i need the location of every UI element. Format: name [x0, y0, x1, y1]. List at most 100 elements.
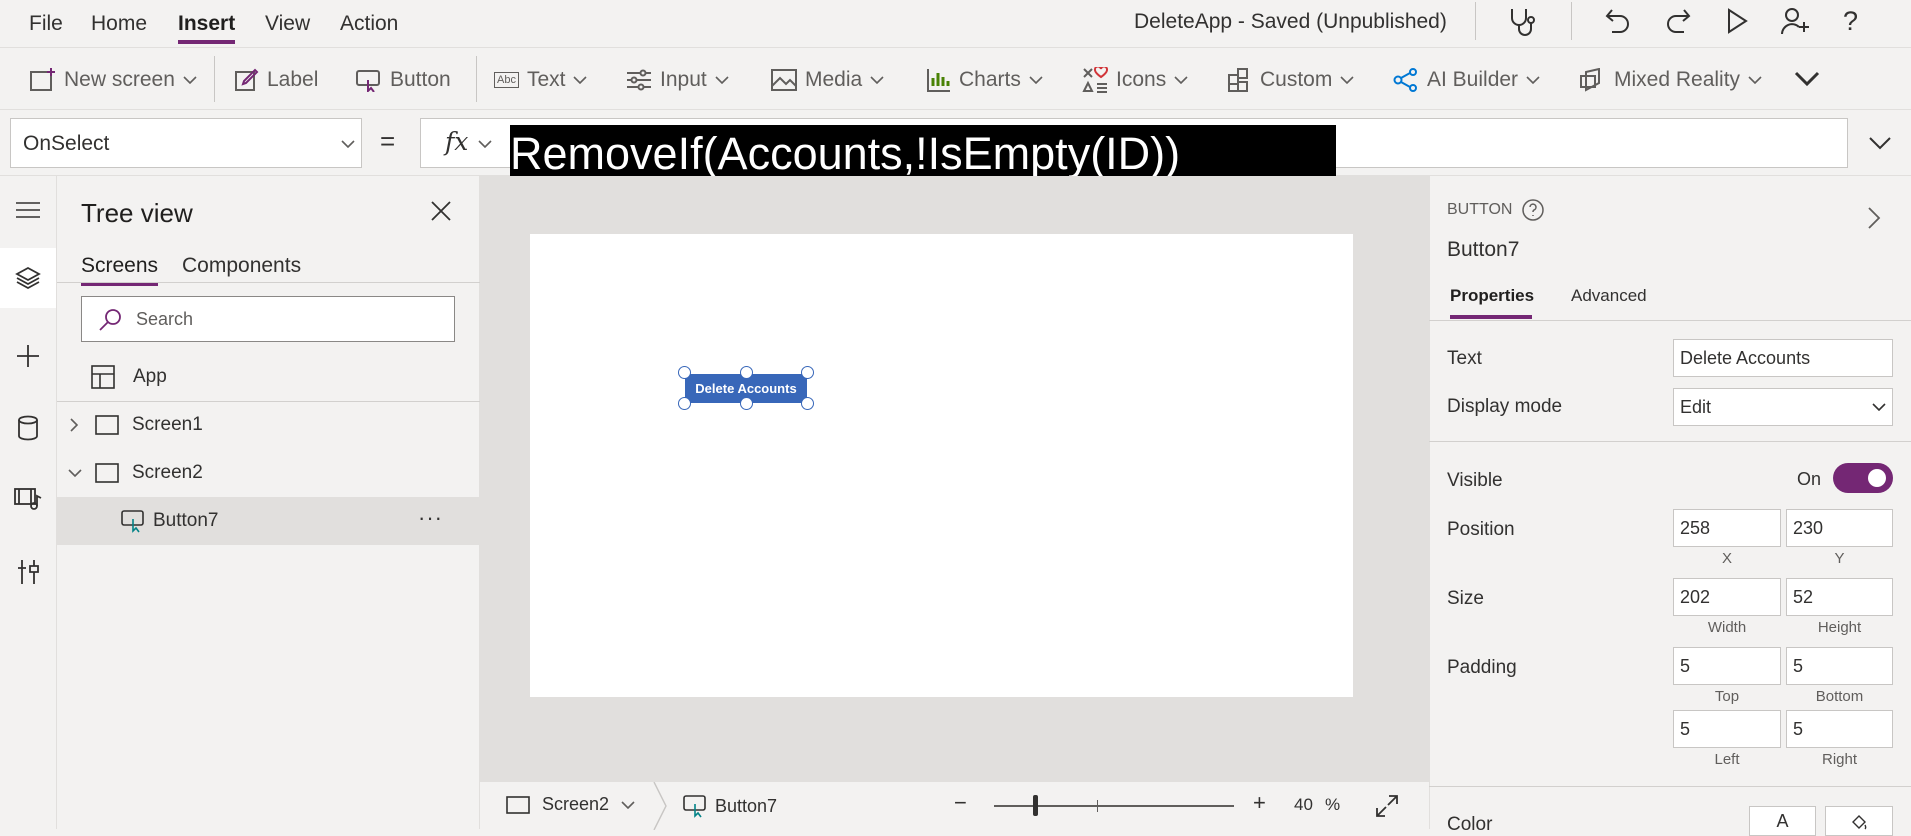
- menu-view[interactable]: View: [265, 12, 310, 38]
- font-color-picker[interactable]: A: [1749, 806, 1816, 836]
- text-button[interactable]: Abc Text: [494, 66, 588, 94]
- ai-builder-button[interactable]: AI Builder: [1393, 66, 1540, 94]
- height-caption: Height: [1817, 619, 1862, 636]
- custom-button[interactable]: Custom: [1228, 66, 1354, 94]
- display-mode-dropdown[interactable]: Edit: [1673, 388, 1893, 426]
- label-button[interactable]: Label: [235, 66, 318, 94]
- padding-label: Padding: [1447, 657, 1517, 678]
- tree-item-app[interactable]: App: [57, 353, 480, 401]
- media-icon: [771, 69, 797, 91]
- media-icon[interactable]: [0, 470, 56, 530]
- tab-screens[interactable]: Screens: [81, 254, 159, 286]
- play-icon[interactable]: [1725, 8, 1749, 34]
- padding-bottom-input[interactable]: 5: [1786, 647, 1893, 685]
- formula-expression[interactable]: RemoveIf(Accounts,!IsEmpty(ID)): [510, 125, 1336, 183]
- input-button[interactable]: Input: [626, 66, 729, 94]
- collapse-pane-chevron-icon[interactable]: [1867, 206, 1881, 230]
- visible-toggle[interactable]: [1833, 463, 1893, 493]
- tree-item-screen1[interactable]: Screen1: [57, 401, 480, 449]
- zoom-slider[interactable]: [994, 805, 1234, 807]
- button-button[interactable]: Button: [356, 66, 451, 94]
- expand-formula-chevron-icon[interactable]: [1848, 118, 1911, 168]
- hamburger-menu-icon[interactable]: [0, 180, 56, 240]
- status-bar: Screen2 Button7 − + 40 %: [480, 781, 1429, 830]
- chevron-down-icon[interactable]: [67, 467, 83, 479]
- menu-file[interactable]: File: [29, 12, 63, 38]
- share-user-icon[interactable]: [1780, 6, 1810, 36]
- charts-button[interactable]: Charts: [927, 66, 1043, 94]
- zoom-slider-tick: [1097, 800, 1098, 812]
- width-input[interactable]: 202: [1673, 578, 1781, 616]
- button-label: Button: [390, 68, 451, 91]
- chevron-down-icon: [478, 140, 492, 148]
- tree-view-layers-icon[interactable]: [0, 248, 56, 308]
- tree-view-title: Tree view: [81, 198, 193, 228]
- divider: [57, 282, 480, 283]
- app-icon: [91, 365, 115, 389]
- new-screen-button[interactable]: New screen: [30, 66, 197, 94]
- resize-handle[interactable]: [678, 397, 691, 410]
- label-icon: [235, 68, 259, 91]
- padding-right-input[interactable]: 5: [1786, 710, 1893, 748]
- status-control-label: Button7: [715, 795, 778, 816]
- undo-icon[interactable]: [1604, 6, 1632, 36]
- app-screen-canvas[interactable]: [530, 234, 1353, 697]
- resize-handle[interactable]: [740, 397, 753, 410]
- more-options-icon[interactable]: ···: [418, 505, 443, 531]
- tab-properties[interactable]: Properties: [1450, 286, 1534, 306]
- help-circle-icon[interactable]: [1521, 198, 1545, 222]
- resize-handle[interactable]: [678, 366, 691, 379]
- position-x-input[interactable]: 258: [1673, 509, 1781, 547]
- active-tab-indicator: [1450, 315, 1532, 319]
- close-icon[interactable]: [430, 200, 452, 222]
- ribbon-overflow-chevron-icon[interactable]: [1794, 71, 1820, 87]
- resize-handle[interactable]: [801, 397, 814, 410]
- mixed-reality-button[interactable]: Mixed Reality: [1580, 66, 1762, 94]
- screen-selector[interactable]: Screen2: [506, 794, 635, 815]
- insert-plus-icon[interactable]: [0, 326, 56, 386]
- screen-icon: [506, 795, 530, 814]
- text-label: Text: [526, 68, 566, 91]
- divider: [476, 56, 477, 102]
- stethoscope-icon[interactable]: [1507, 6, 1537, 38]
- control-name[interactable]: Button7: [1447, 238, 1519, 262]
- help-icon[interactable]: ?: [1843, 6, 1858, 37]
- tools-icon[interactable]: [0, 542, 56, 602]
- new-screen-label: New screen: [64, 68, 175, 91]
- zoom-in-button[interactable]: +: [1253, 790, 1266, 816]
- menu-insert[interactable]: Insert: [178, 12, 236, 44]
- tab-advanced[interactable]: Advanced: [1571, 286, 1647, 306]
- zoom-value[interactable]: 40: [1294, 795, 1313, 815]
- fit-to-window-icon[interactable]: [1375, 794, 1399, 818]
- icons-button[interactable]: Icons: [1082, 66, 1188, 94]
- zoom-slider-thumb[interactable]: [1033, 795, 1039, 816]
- fx-icon[interactable]: fx: [445, 127, 468, 156]
- media-button[interactable]: Media: [771, 66, 884, 94]
- resize-handle[interactable]: [740, 366, 753, 379]
- text-prop-input[interactable]: Delete Accounts: [1673, 339, 1893, 377]
- chevron-right-icon[interactable]: [68, 417, 80, 433]
- mixed-reality-icon: [1580, 68, 1600, 92]
- tab-components[interactable]: Components: [182, 254, 301, 278]
- divider: [1571, 2, 1572, 40]
- fill-color-picker[interactable]: [1825, 806, 1893, 836]
- tree-item-button7[interactable]: Button7 ···: [57, 497, 480, 545]
- divider: [1429, 786, 1911, 787]
- tree-item-screen2[interactable]: Screen2: [57, 449, 480, 497]
- property-dropdown[interactable]: OnSelect: [10, 118, 362, 168]
- visible-label: Visible: [1447, 470, 1503, 491]
- tree-search-input[interactable]: Search: [81, 296, 455, 342]
- padding-left-input[interactable]: 5: [1673, 710, 1781, 748]
- position-y-input[interactable]: 230: [1786, 509, 1893, 547]
- control-selector[interactable]: Button7: [683, 794, 777, 818]
- menu-home[interactable]: Home: [91, 12, 147, 38]
- height-input[interactable]: 52: [1786, 578, 1893, 616]
- zoom-out-button[interactable]: −: [954, 790, 967, 816]
- padding-top-input[interactable]: 5: [1673, 647, 1781, 685]
- redo-icon[interactable]: [1664, 6, 1692, 36]
- ai-builder-label: AI Builder: [1427, 68, 1519, 91]
- resize-handle[interactable]: [801, 366, 814, 379]
- data-cylinder-icon[interactable]: [0, 398, 56, 458]
- menu-action[interactable]: Action: [340, 12, 398, 38]
- charts-label: Charts: [959, 68, 1021, 91]
